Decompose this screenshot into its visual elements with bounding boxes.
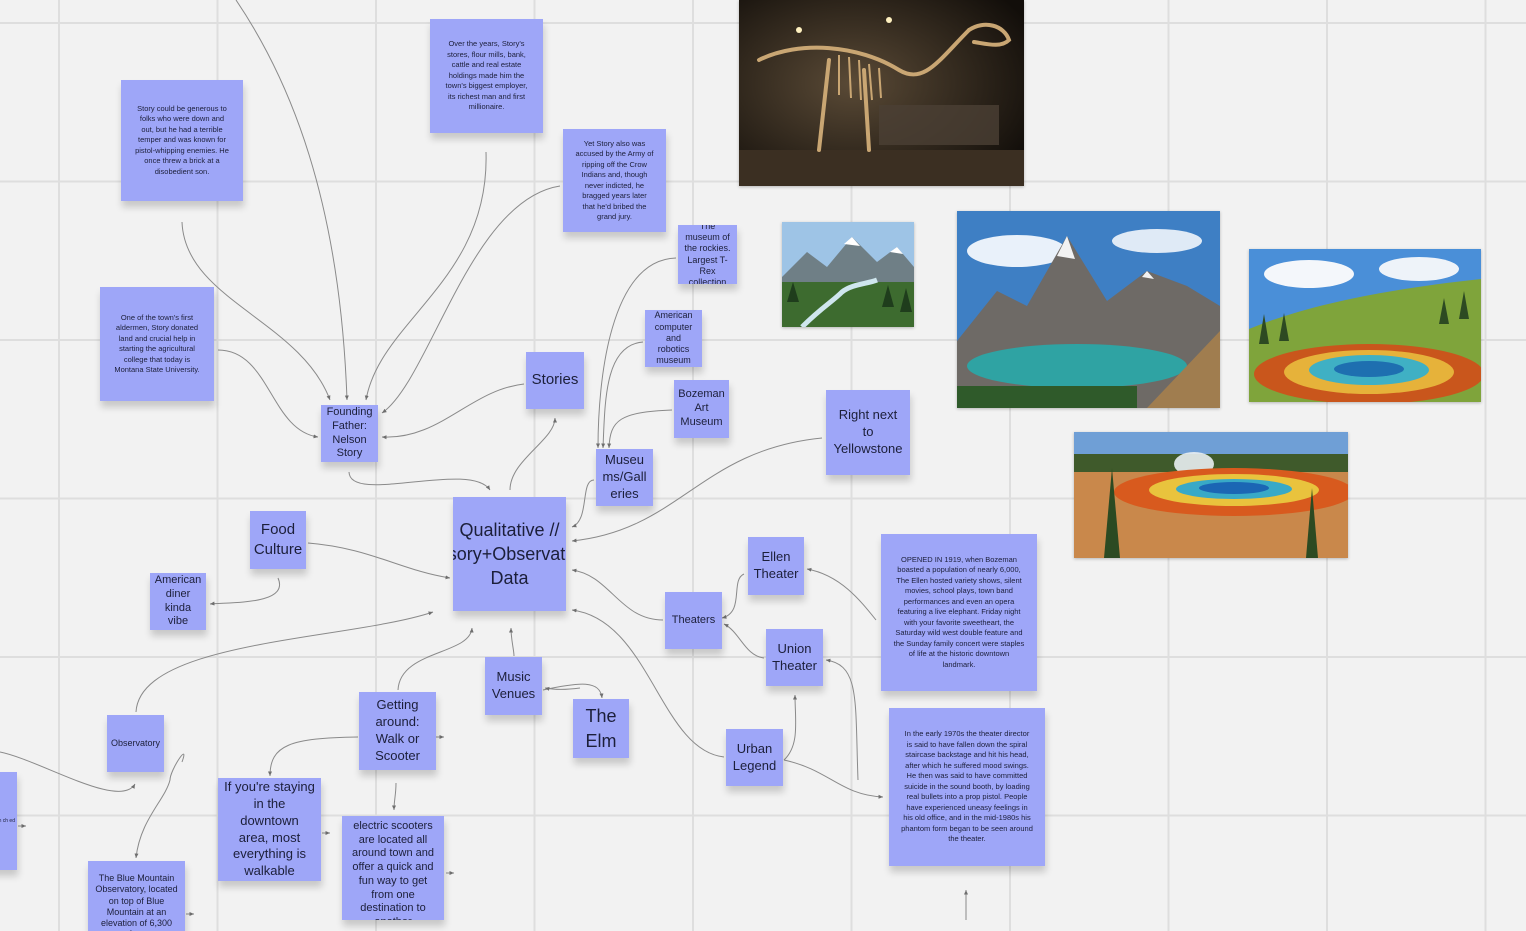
connector xyxy=(601,341,644,449)
central-topic-note[interactable]: Qualitative // Sensory+Observational Dat… xyxy=(453,497,566,611)
ellen-theater-note[interactable]: Ellen Theater xyxy=(748,537,804,595)
cut-off-note[interactable]: ain ller n ch ed xyxy=(0,772,17,870)
getting-around-note[interactable]: Getting around: Walk or Scooter xyxy=(359,692,436,770)
union-theater-note[interactable]: Union Theater xyxy=(766,629,823,686)
founding-father-note[interactable]: Founding Father: Nelson Story xyxy=(321,405,378,462)
connector xyxy=(721,573,745,619)
connector xyxy=(783,694,798,761)
connector xyxy=(235,0,349,401)
connector xyxy=(381,383,525,440)
the-elm-note[interactable]: The Elm xyxy=(573,699,629,758)
generous-note[interactable]: Story could be generous to folks who wer… xyxy=(121,80,243,201)
connector xyxy=(307,542,451,580)
observatory-note[interactable]: Observatory xyxy=(107,715,164,772)
connector xyxy=(397,627,474,691)
theaters-note[interactable]: Theaters xyxy=(665,592,722,649)
army-accused-note[interactable]: Yet Story also was accused by the Army o… xyxy=(563,129,666,232)
urban-legend-note[interactable]: Urban Legend xyxy=(726,729,783,786)
connector xyxy=(348,471,491,491)
ellen-opened-note[interactable]: OPENED IN 1919, when Bozeman boasted a p… xyxy=(881,534,1037,691)
connector xyxy=(392,782,397,811)
connector xyxy=(509,417,557,491)
mountain-valley-photo[interactable] xyxy=(782,222,914,327)
grand-prismatic-photo[interactable] xyxy=(1074,432,1348,558)
american-diner-note[interactable]: American diner kinda vibe xyxy=(150,573,206,630)
stories-note[interactable]: Stories xyxy=(526,352,584,409)
music-venues-note[interactable]: Music Venues xyxy=(485,657,542,715)
hot-spring-photo[interactable] xyxy=(1249,249,1481,402)
connector xyxy=(806,567,877,621)
over-the-years-note[interactable]: Over the years, Story's stores, flour mi… xyxy=(430,19,543,133)
food-culture-note[interactable]: Food Culture xyxy=(250,511,306,569)
yellowstone-note[interactable]: Right next to Yellowstone xyxy=(826,390,910,475)
theater-legend-story-note[interactable]: In the early 1970s the theater director … xyxy=(889,708,1045,866)
robotics-museum-note[interactable]: American computer and robotics museum xyxy=(645,310,702,367)
connector xyxy=(509,627,515,657)
connector xyxy=(607,409,673,449)
connector xyxy=(542,683,604,699)
connector xyxy=(209,577,281,606)
lake-and-peaks-photo[interactable] xyxy=(957,211,1220,408)
connector xyxy=(571,479,595,528)
connector xyxy=(825,658,859,781)
connector xyxy=(571,568,664,621)
connector xyxy=(268,736,359,777)
connector xyxy=(217,349,319,439)
connector xyxy=(723,623,765,659)
museum-of-rockies-note[interactable]: The museum of the rockies. Largest T-Rex… xyxy=(678,225,737,284)
blue-mountain-note[interactable]: The Blue Mountain Observatory, located o… xyxy=(88,861,185,931)
walkable-note[interactable]: If you're staying in the downtown area, … xyxy=(218,778,321,881)
aldermen-note[interactable]: One of the town's first aldermen, Story … xyxy=(100,287,214,401)
connector xyxy=(364,151,487,401)
t-rex-skeleton-photo[interactable] xyxy=(739,0,1024,186)
connector xyxy=(783,759,884,799)
art-museum-note[interactable]: Bozeman Art Museum xyxy=(674,380,729,438)
museums-galleries-note[interactable]: Museums/Galleries xyxy=(596,449,653,506)
blink-rides-note[interactable]: Blink Rides electric scooters are locate… xyxy=(342,816,444,920)
